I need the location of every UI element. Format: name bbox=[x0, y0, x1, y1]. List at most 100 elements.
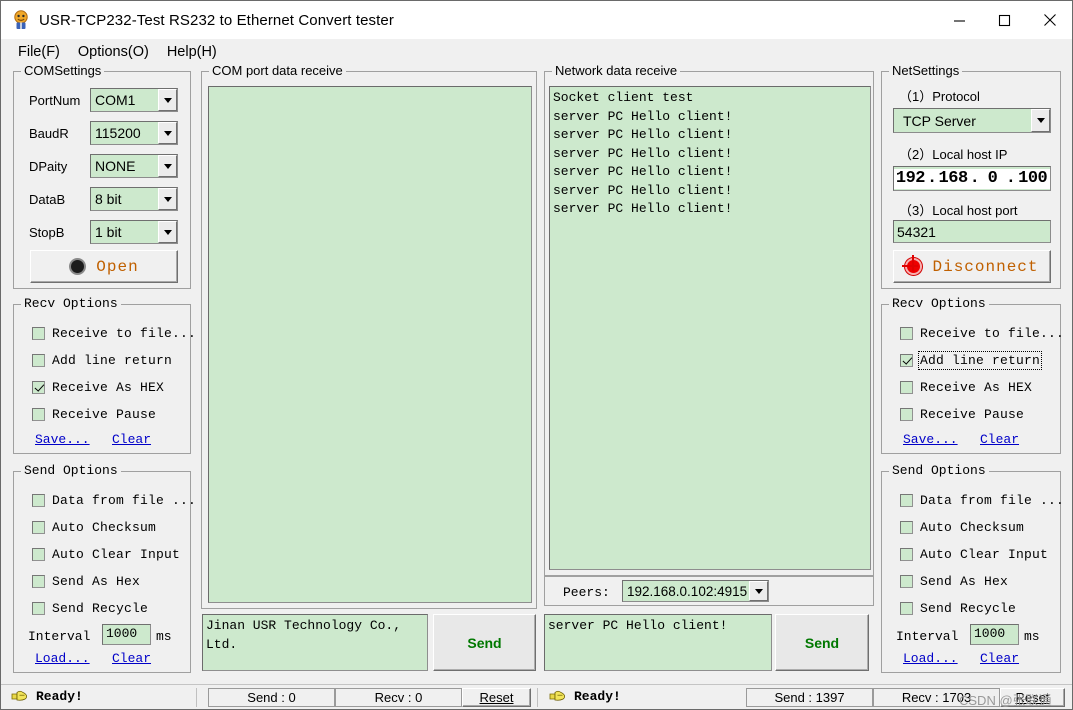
ip-dot: . bbox=[1005, 168, 1016, 189]
status-led-icon bbox=[69, 258, 87, 275]
com-reset-label: Reset bbox=[479, 690, 514, 705]
checkbox-send-as-hex[interactable]: Send As Hex bbox=[32, 574, 140, 589]
status-divider bbox=[196, 688, 197, 707]
chevron-down-icon[interactable] bbox=[1031, 109, 1050, 132]
checkbox-receive-to-file[interactable]: Receive to file... bbox=[32, 326, 196, 341]
com-recv-clear-link[interactable]: Clear bbox=[112, 432, 151, 447]
checkbox-data-from-file[interactable]: Data from file ... bbox=[900, 493, 1064, 508]
com-status-ready-label: Ready! bbox=[36, 689, 83, 704]
net-send-options-legend: Send Options bbox=[889, 464, 989, 478]
menu-item-help[interactable]: Help(H) bbox=[158, 42, 226, 62]
checkbox-label: Send As Hex bbox=[920, 574, 1009, 589]
close-button[interactable] bbox=[1027, 1, 1072, 39]
checkbox-receive-pause[interactable]: Receive Pause bbox=[900, 407, 1024, 422]
ip-segment-4[interactable]: 100 bbox=[1015, 168, 1050, 189]
net-send-load-link[interactable]: Load... bbox=[903, 651, 958, 666]
baudr-label: BaudR bbox=[29, 126, 69, 141]
net-receive-textarea[interactable]: Socket client test server PC Hello clien… bbox=[549, 86, 871, 570]
chevron-down-icon[interactable] bbox=[158, 89, 177, 111]
open-button[interactable]: Open bbox=[30, 250, 178, 283]
net-settings-group: NetSettings （1）Protocol TCP Server （2）Lo… bbox=[881, 64, 1061, 289]
net-receive-line: server PC Hello client! bbox=[553, 182, 733, 198]
checkbox-send-as-hex[interactable]: Send As Hex bbox=[900, 574, 1008, 589]
maximize-button[interactable] bbox=[982, 1, 1027, 39]
checkbox-box bbox=[32, 354, 45, 367]
com-reset-button[interactable]: Reset bbox=[462, 688, 531, 707]
dpaity-value: NONE bbox=[95, 158, 136, 174]
checkbox-send-recycle[interactable]: Send Recycle bbox=[32, 601, 148, 616]
menu-item-file[interactable]: File(F) bbox=[9, 42, 69, 62]
checkbox-receive-pause[interactable]: Receive Pause bbox=[32, 407, 156, 422]
portnum-combo[interactable]: COM1 bbox=[90, 88, 178, 112]
local-host-ip-input[interactable]: 192 . 168 . 0 . 100 bbox=[893, 166, 1051, 191]
net-reset-button[interactable]: Reset bbox=[1000, 688, 1065, 707]
net-receive-group: Network data receive Socket client test … bbox=[544, 64, 874, 576]
stopb-label: StopB bbox=[29, 225, 65, 240]
net-send-button[interactable]: Send bbox=[775, 614, 869, 671]
stopb-combo[interactable]: 1 bit bbox=[90, 220, 178, 244]
datab-combo[interactable]: 8 bit bbox=[90, 187, 178, 211]
checkbox-auto-checksum[interactable]: Auto Checksum bbox=[32, 520, 156, 535]
window-controls bbox=[937, 1, 1072, 39]
checkbox-receive-as-hex[interactable]: Receive As HEX bbox=[900, 380, 1032, 395]
checkbox-label: Receive Pause bbox=[52, 407, 157, 422]
status-bar: Ready! Send : 0 Recv : 0 Reset Ready! Se… bbox=[1, 684, 1072, 709]
com-interval-unit: ms bbox=[156, 629, 172, 644]
com-send-counter: Send : 0 bbox=[208, 688, 335, 707]
peers-combo[interactable]: 192.168.0.102:4915 bbox=[622, 580, 769, 602]
checkbox-label: Auto Clear Input bbox=[920, 547, 1049, 562]
checkbox-data-from-file[interactable]: Data from file ... bbox=[32, 493, 196, 508]
ip-segment-3[interactable]: 0 bbox=[979, 168, 1006, 189]
com-send-textarea[interactable]: Jinan USR Technology Co., Ltd. bbox=[202, 614, 428, 671]
checkbox-label: Receive Pause bbox=[920, 407, 1025, 422]
net-send-clear-link[interactable]: Clear bbox=[980, 651, 1019, 666]
disconnect-button-label: Disconnect bbox=[932, 257, 1039, 276]
net-receive-line: server PC Hello client! bbox=[553, 108, 733, 124]
com-recv-save-link[interactable]: Save... bbox=[35, 432, 90, 447]
net-recv-options-group: Recv Options Receive to file... Add line… bbox=[881, 297, 1064, 454]
protocol-combo[interactable]: TCP Server bbox=[893, 108, 1051, 133]
net-interval-input[interactable]: 1000 bbox=[970, 624, 1019, 645]
local-host-port-input[interactable]: 54321 bbox=[893, 220, 1051, 243]
checkbox-box bbox=[900, 602, 913, 615]
checkbox-auto-checksum[interactable]: Auto Checksum bbox=[900, 520, 1024, 535]
baudr-combo[interactable]: 115200 bbox=[90, 121, 178, 145]
chevron-down-icon[interactable] bbox=[158, 188, 177, 210]
net-recv-save-link[interactable]: Save... bbox=[903, 432, 958, 447]
com-interval-input[interactable]: 1000 bbox=[102, 624, 151, 645]
disconnect-button[interactable]: Disconnect bbox=[893, 250, 1051, 283]
com-send-load-link[interactable]: Load... bbox=[35, 651, 90, 666]
checkbox-auto-clear-input[interactable]: Auto Clear Input bbox=[32, 547, 180, 562]
checkbox-box bbox=[900, 521, 913, 534]
net-send-textarea[interactable]: server PC Hello client! bbox=[544, 614, 772, 671]
chevron-down-icon[interactable] bbox=[158, 221, 177, 243]
dpaity-combo[interactable]: NONE bbox=[90, 154, 178, 178]
chevron-down-icon[interactable] bbox=[158, 155, 177, 177]
minimize-button[interactable] bbox=[937, 1, 982, 39]
net-settings-legend: NetSettings bbox=[889, 64, 963, 78]
com-send-button[interactable]: Send bbox=[433, 614, 536, 671]
checkbox-label: Send Recycle bbox=[920, 601, 1017, 616]
checkbox-send-recycle[interactable]: Send Recycle bbox=[900, 601, 1016, 616]
ip-segment-1[interactable]: 192 bbox=[894, 168, 927, 189]
menu-item-options[interactable]: Options(O) bbox=[69, 42, 158, 62]
net-interval-label: Interval bbox=[896, 629, 959, 644]
checkbox-receive-to-file[interactable]: Receive to file... bbox=[900, 326, 1064, 341]
checkbox-box bbox=[900, 494, 913, 507]
datab-value: 8 bit bbox=[95, 191, 122, 207]
app-icon bbox=[10, 9, 32, 31]
net-recv-counter: Recv : 1703 bbox=[873, 688, 1000, 707]
checkbox-auto-clear-input[interactable]: Auto Clear Input bbox=[900, 547, 1048, 562]
net-receive-line: server PC Hello client! bbox=[553, 127, 733, 142]
checkbox-box bbox=[900, 548, 913, 561]
ip-segment-2[interactable]: 168 bbox=[936, 168, 970, 189]
checkbox-add-line-return[interactable]: Add line return bbox=[900, 351, 1043, 370]
chevron-down-icon[interactable] bbox=[158, 122, 177, 144]
checkbox-receive-as-hex[interactable]: Receive As HEX bbox=[32, 380, 164, 395]
net-recv-clear-link[interactable]: Clear bbox=[980, 432, 1019, 447]
com-receive-group: COM port data receive bbox=[201, 64, 537, 609]
com-send-clear-link[interactable]: Clear bbox=[112, 651, 151, 666]
chevron-down-icon[interactable] bbox=[749, 581, 768, 601]
checkbox-add-line-return[interactable]: Add line return bbox=[32, 353, 172, 368]
com-receive-textarea[interactable] bbox=[208, 86, 532, 603]
